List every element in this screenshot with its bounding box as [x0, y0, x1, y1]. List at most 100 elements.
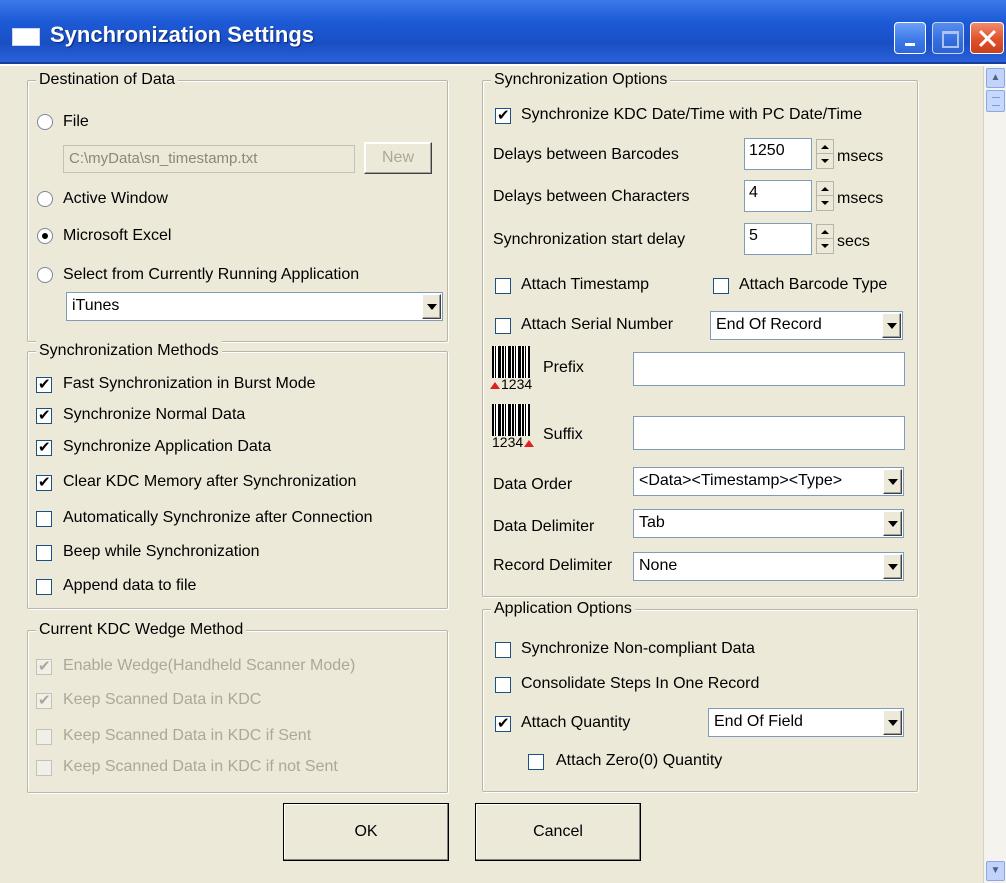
delay-chars-spinner[interactable]: [816, 181, 834, 211]
delay-barcodes-value: 1250: [749, 142, 785, 159]
consolidate-checkbox[interactable]: [495, 677, 511, 693]
attach-serial-label: Attach Serial Number: [521, 316, 674, 333]
keep-if-sent-checkbox: [36, 729, 52, 745]
delay-chars-value: 4: [749, 184, 758, 201]
running-app-dropdown[interactable]: iTunes: [66, 292, 443, 321]
chevron-down-icon[interactable]: [882, 313, 901, 338]
attach-quantity-checkbox[interactable]: [495, 714, 511, 732]
excel-radio[interactable]: [37, 228, 53, 244]
close-button[interactable]: [970, 22, 1004, 54]
chevron-down-icon[interactable]: [883, 554, 902, 579]
scroll-thumb[interactable]: [986, 90, 1005, 112]
maximize-button[interactable]: [932, 22, 964, 54]
attach-serial-checkbox[interactable]: [495, 318, 511, 334]
start-delay-unit: secs: [837, 233, 870, 250]
serial-position-dropdown[interactable]: End Of Record: [710, 311, 903, 340]
prefix-marker: [490, 382, 500, 389]
sync-normal-checkbox[interactable]: [36, 406, 52, 424]
fast-sync-label: Fast Synchronization in Burst Mode: [63, 375, 316, 392]
spin-down-icon[interactable]: [817, 196, 833, 210]
sync-app-label: Synchronize Application Data: [63, 438, 272, 455]
sync-normal-label: Synchronize Normal Data: [63, 406, 246, 423]
active-window-radio[interactable]: [37, 191, 53, 207]
keep-scanned-label: Keep Scanned Data in KDC: [63, 691, 262, 708]
spin-up-icon[interactable]: [817, 140, 833, 154]
file-radio[interactable]: [37, 114, 53, 130]
spin-down-icon[interactable]: [817, 239, 833, 253]
sync-app-checkbox[interactable]: [36, 438, 52, 456]
ok-button[interactable]: OK: [283, 803, 449, 861]
running-app-value: iTunes: [72, 297, 120, 314]
fast-sync-checkbox[interactable]: [36, 375, 52, 393]
data-order-dropdown[interactable]: <Data><Timestamp><Type>: [633, 467, 904, 496]
auto-sync-checkbox[interactable]: [36, 511, 52, 527]
attach-zero-label: Attach Zero(0) Quantity: [556, 752, 723, 769]
prefix-input[interactable]: [633, 352, 905, 386]
methods-legend: Synchronization Methods: [36, 341, 222, 361]
keep-scanned-checkbox: [36, 691, 52, 709]
suffix-label: Suffix: [543, 426, 583, 443]
data-order-value: <Data><Timestamp><Type>: [639, 472, 843, 489]
chevron-down-icon[interactable]: [422, 294, 441, 319]
data-delimiter-value: Tab: [639, 514, 665, 531]
minimize-button[interactable]: [894, 22, 926, 54]
attach-zero-checkbox[interactable]: [528, 754, 544, 770]
dialog-client-area: ▲ ▼ Destination of Data File C:\myData\s…: [0, 66, 1006, 883]
delay-barcodes-input[interactable]: 1250: [744, 138, 812, 170]
spin-up-icon[interactable]: [817, 182, 833, 196]
auto-sync-label: Automatically Synchronize after Connecti…: [63, 509, 373, 526]
attach-barcode-type-checkbox[interactable]: [713, 278, 729, 294]
suffix-marker: [524, 440, 534, 447]
consolidate-label: Consolidate Steps In One Record: [521, 675, 760, 692]
barcode-sample-suffix: 1234: [492, 434, 524, 450]
cancel-button[interactable]: Cancel: [475, 803, 641, 861]
chevron-down-icon[interactable]: [883, 710, 902, 735]
spin-up-icon[interactable]: [817, 225, 833, 239]
attach-timestamp-checkbox[interactable]: [495, 278, 511, 294]
sync-options-legend: Synchronization Options: [491, 70, 671, 90]
sync-datetime-label: Synchronize KDC Date/Time with PC Date/T…: [521, 106, 863, 123]
chevron-down-icon[interactable]: [883, 511, 902, 536]
data-delimiter-label: Data Delimiter: [493, 518, 595, 535]
delay-chars-unit: msecs: [837, 190, 884, 207]
new-file-button[interactable]: New: [364, 142, 432, 174]
beep-checkbox[interactable]: [36, 545, 52, 561]
attach-quantity-label: Attach Quantity: [521, 714, 631, 731]
non-compliant-checkbox[interactable]: [495, 642, 511, 658]
sync-datetime-checkbox[interactable]: [495, 106, 511, 124]
clear-memory-checkbox[interactable]: [36, 473, 52, 491]
keep-if-not-sent-checkbox: [36, 760, 52, 776]
file-path-field: C:\myData\sn_timestamp.txt: [63, 145, 355, 173]
append-data-label: Append data to file: [63, 577, 197, 594]
wedge-legend: Current KDC Wedge Method: [36, 620, 247, 640]
spin-down-icon[interactable]: [817, 154, 833, 168]
start-delay-spinner[interactable]: [816, 224, 834, 254]
delay-barcodes-spinner[interactable]: [816, 139, 834, 169]
quantity-position-dropdown[interactable]: End Of Field: [708, 708, 904, 737]
running-app-label: Select from Currently Running Applicatio…: [63, 266, 360, 283]
barcode-sample-prefix: 1234: [501, 376, 533, 392]
title-bar[interactable]: Synchronization Settings: [0, 0, 1006, 64]
vertical-scrollbar[interactable]: ▲ ▼: [983, 66, 1006, 883]
barcode-prefix-icon: 1234: [490, 346, 534, 394]
barcode-bars: [492, 404, 530, 436]
append-data-checkbox[interactable]: [36, 579, 52, 595]
scroll-up-icon[interactable]: ▲: [986, 68, 1005, 88]
keep-if-sent-label: Keep Scanned Data in KDC if Sent: [63, 727, 312, 744]
start-delay-value: 5: [749, 227, 758, 244]
prefix-label: Prefix: [543, 359, 584, 376]
running-app-radio[interactable]: [37, 267, 53, 283]
delay-chars-input[interactable]: 4: [744, 180, 812, 212]
record-delimiter-dropdown[interactable]: None: [633, 552, 904, 581]
scroll-down-icon[interactable]: ▼: [986, 861, 1005, 881]
window-icon: [12, 28, 40, 46]
enable-wedge-checkbox: [36, 657, 52, 675]
chevron-down-icon[interactable]: [883, 469, 902, 494]
delay-chars-label: Delays between Characters: [493, 188, 690, 205]
suffix-input[interactable]: [633, 416, 905, 450]
record-delimiter-value: None: [639, 557, 678, 574]
start-delay-input[interactable]: 5: [744, 223, 812, 255]
start-delay-label: Synchronization start delay: [493, 231, 686, 248]
file-radio-label: File: [63, 113, 89, 130]
data-delimiter-dropdown[interactable]: Tab: [633, 509, 904, 538]
